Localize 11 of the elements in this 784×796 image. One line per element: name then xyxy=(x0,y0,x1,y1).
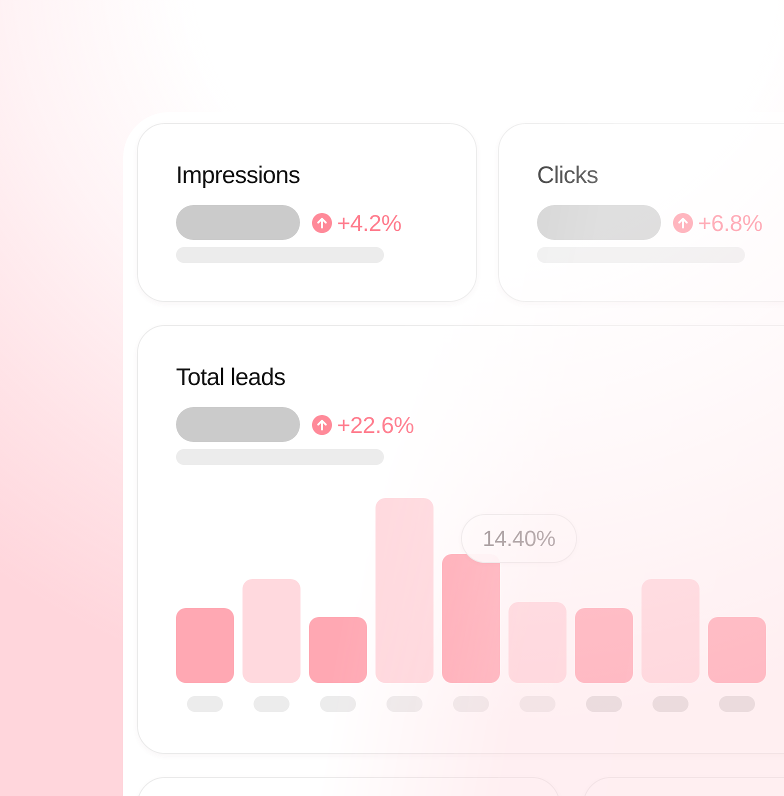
card-title: Impressions xyxy=(176,162,300,190)
chart-bar xyxy=(309,617,367,683)
arrow-up-icon xyxy=(312,212,332,232)
card-title: Total leads xyxy=(176,364,286,392)
chart-bar xyxy=(708,617,766,683)
card-title: Clicks xyxy=(537,162,598,190)
arrow-up-icon xyxy=(673,212,693,232)
change-value: +4.2% xyxy=(337,208,402,236)
change-value: +22.6% xyxy=(337,410,414,438)
arrow-up-icon xyxy=(312,414,332,434)
change-value: +6.8% xyxy=(698,208,762,236)
